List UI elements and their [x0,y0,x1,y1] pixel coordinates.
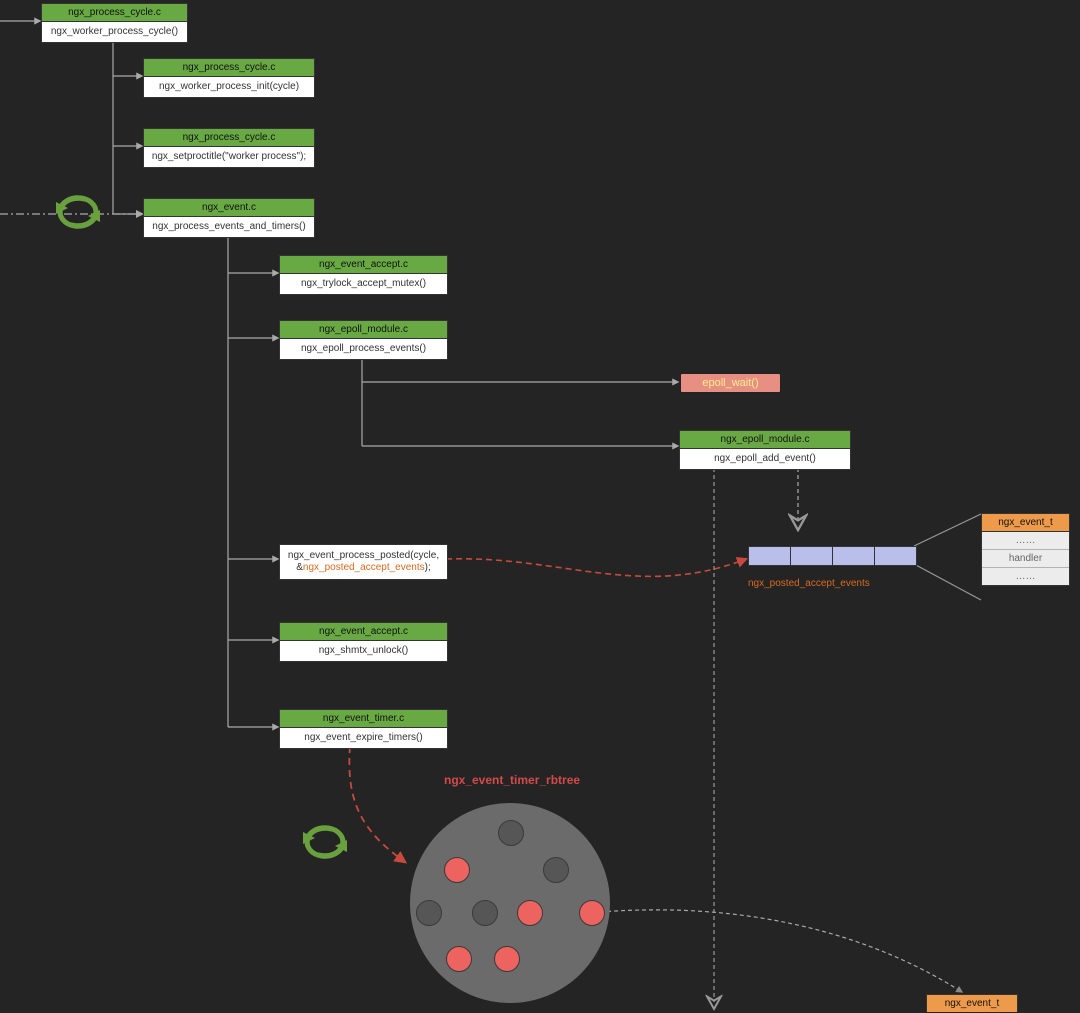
box-header: ngx_event_accept.c [280,256,447,274]
diagram-canvas: ngx_process_cycle.c ngx_worker_process_c… [0,0,1080,1013]
box-ngx-worker-process-init: ngx_process_cycle.c ngx_worker_process_i… [143,58,315,98]
queue-cell [832,546,874,566]
box-body: ngx_epoll_add_event() [680,449,850,469]
box-header: ngx_process_cycle.c [42,4,187,22]
box-ngx-shmtx-unlock: ngx_event_accept.c ngx_shmtx_unlock() [279,622,448,662]
text: ); [425,562,431,573]
struct-header: ngx_event_t [982,514,1069,532]
box-ngx-event-process-posted: ngx_event_process_posted(cycle, &ngx_pos… [279,544,448,580]
rbtree-node [579,900,605,926]
queue-cell [790,546,832,566]
box-header: ngx_epoll_module.c [680,431,850,449]
box-body: ngx_event_process_posted(cycle, &ngx_pos… [280,545,447,579]
box-header: ngx_event.c [144,199,314,217]
rbtree-label: ngx_event_timer_rbtree [444,773,580,787]
box-body: ngx_trylock_accept_mutex() [280,274,447,294]
queue-cell [748,546,790,566]
box-body: ngx_worker_process_init(cycle) [144,77,314,97]
box-ngx-trylock-accept-mutex: ngx_event_accept.c ngx_trylock_accept_mu… [279,255,448,295]
rbtree-node [543,857,569,883]
box-body: ngx_setproctitle("worker process"); [144,147,314,167]
loop-icon [56,198,100,226]
rbtree-node [444,857,470,883]
box-header: ngx_event_accept.c [280,623,447,641]
struct-header: ngx_event_t [927,995,1017,1012]
box-header: ngx_epoll_module.c [280,321,447,339]
queue-label: ngx_posted_accept_events [748,578,870,589]
box-header: ngx_event_timer.c [280,710,447,728]
box-ngx-epoll-process-events: ngx_epoll_module.c ngx_epoll_process_eve… [279,320,448,360]
highlight-text: ngx_posted_accept_events [303,562,425,573]
box-ngx-epoll-add-event: ngx_epoll_module.c ngx_epoll_add_event() [679,430,851,470]
box-ngx-event-expire-timers: ngx_event_timer.c ngx_event_expire_timer… [279,709,448,749]
box-body: ngx_worker_process_cycle() [42,22,187,42]
pill-epoll-wait: epoll_wait() [680,373,781,393]
box-ngx-process-events-and-timers: ngx_event.c ngx_process_events_and_timer… [143,198,315,238]
struct-row: …… [982,568,1069,585]
rbtree-node [472,900,498,926]
box-header: ngx_process_cycle.c [144,129,314,147]
box-body: ngx_shmtx_unlock() [280,641,447,661]
loop-icon-2 [303,828,347,856]
box-body: ngx_epoll_process_events() [280,339,447,359]
queue-cell [874,546,917,566]
rbtree-node [416,900,442,926]
box-ngx-setproctitle: ngx_process_cycle.c ngx_setproctitle("wo… [143,128,315,168]
rbtree-node [494,946,520,972]
rbtree-node [446,946,472,972]
box-ngx-worker-process-cycle: ngx_process_cycle.c ngx_worker_process_c… [41,3,188,43]
box-body: ngx_process_events_and_timers() [144,217,314,237]
queue-posted-accept-events [748,546,917,566]
struct-ngx-event-t: ngx_event_t …… handler …… [981,513,1070,586]
struct-ngx-event-t-2: ngx_event_t [926,994,1018,1012]
rbtree-node [498,820,524,846]
rbtree-node [517,900,543,926]
box-body: ngx_event_expire_timers() [280,728,447,748]
struct-row: …… [982,532,1069,550]
pill-label: epoll_wait() [702,377,758,389]
box-header: ngx_process_cycle.c [144,59,314,77]
struct-row-handler: handler [982,550,1069,568]
